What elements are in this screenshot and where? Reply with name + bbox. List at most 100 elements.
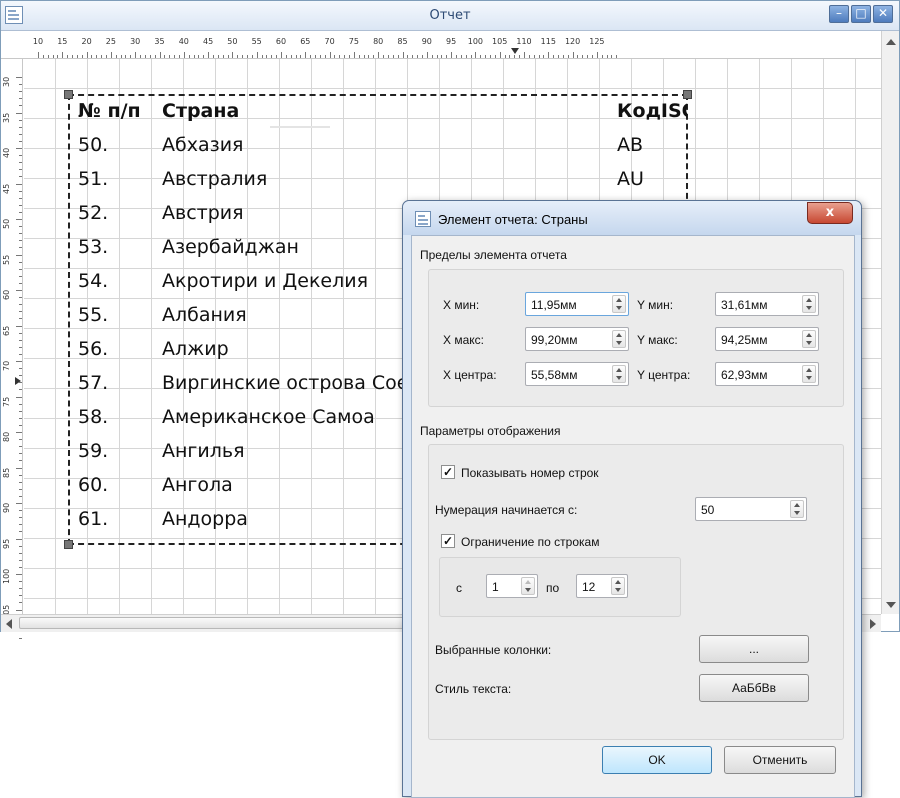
maximize-button[interactable]: □ — [851, 5, 871, 23]
cancel-button[interactable]: Отменить — [724, 746, 836, 774]
ruler-tick — [19, 190, 22, 192]
minimize-button[interactable]: – — [829, 5, 849, 23]
ruler-tick — [19, 197, 22, 199]
ruler-position-marker-icon — [15, 377, 21, 385]
scroll-down-icon[interactable] — [886, 602, 896, 608]
ruler-tick — [19, 353, 22, 355]
text-style-label: Стиль текста: — [435, 682, 512, 696]
resize-handle-bottom-left[interactable] — [64, 540, 73, 549]
ruler-tick — [334, 55, 336, 58]
ruler-label: 60 — [275, 37, 287, 46]
ymax-spinbox[interactable]: 94,25мм — [715, 327, 819, 351]
vertical-scrollbar[interactable] — [881, 31, 899, 614]
ruler-tick — [16, 112, 22, 114]
ruler-label: 80 — [373, 37, 384, 46]
ruler-tick — [315, 55, 317, 58]
window-titlebar[interactable]: Отчет – □ ✕ — [1, 1, 899, 31]
ruler-label: 110 — [516, 37, 532, 46]
ruler-tick — [543, 55, 545, 58]
row-limit-checkbox[interactable]: ✓ — [441, 534, 455, 548]
to-stepper[interactable] — [611, 577, 625, 595]
numbering-start-stepper[interactable] — [790, 500, 804, 518]
ycenter-spinbox[interactable]: 62,93мм — [715, 362, 819, 386]
xmax-label: X макс: — [443, 333, 484, 347]
scroll-left-icon[interactable] — [6, 619, 12, 629]
numbering-start-spinbox[interactable]: 50 — [695, 497, 807, 521]
ruler-tick — [558, 55, 560, 58]
ruler-tick — [19, 588, 22, 590]
ruler-label: 100 — [467, 37, 484, 46]
ruler-label: 115 — [540, 37, 556, 46]
ruler-tick — [19, 531, 22, 533]
ruler-label: 90 — [421, 37, 432, 46]
selected-columns-button[interactable]: ... — [699, 635, 809, 663]
ruler-tick — [19, 84, 22, 86]
row-number-cell: 56. — [78, 338, 109, 360]
show-row-numbers-checkbox[interactable]: ✓ — [441, 465, 455, 479]
ruler-label: 75 — [348, 37, 359, 46]
table-row: 50. Абхазия AB — [70, 130, 688, 164]
ruler-tick — [451, 52, 453, 58]
display-group: ✓ Показывать номер строк Нумерация начин… — [428, 444, 844, 740]
ruler-tick — [494, 55, 496, 58]
xcenter-spinbox[interactable]: 55,58мм — [525, 362, 629, 386]
ruler-tick — [19, 446, 22, 448]
dialog-close-button[interactable]: x — [807, 202, 853, 224]
ruler-tick — [16, 432, 22, 433]
row-number-cell: 58. — [78, 406, 109, 428]
text-style-button[interactable]: АаБбВв — [699, 674, 809, 702]
ruler-tick — [19, 211, 22, 213]
numbering-start-value: 50 — [701, 503, 715, 517]
ruler-label: 105 — [492, 37, 508, 46]
ymax-stepper[interactable] — [802, 330, 816, 348]
ruler-label: 40 — [178, 37, 189, 46]
ruler-tick — [149, 55, 151, 58]
ruler-tick — [19, 204, 22, 206]
ruler-tick — [106, 55, 108, 58]
ruler-label: 85 — [2, 467, 11, 478]
ruler-tick — [96, 55, 98, 58]
from-label: с — [456, 581, 462, 595]
ruler-tick — [285, 55, 287, 58]
ruler-tick — [19, 311, 22, 313]
ruler-tick — [19, 155, 22, 157]
ruler-label: 85 — [397, 37, 408, 46]
ruler-tick — [16, 325, 22, 327]
ruler-tick — [358, 55, 360, 58]
ruler-tick — [208, 52, 210, 58]
xmin-spinbox[interactable]: 11,95мм — [525, 292, 629, 316]
ymin-spinbox[interactable]: 31,61мм — [715, 292, 819, 316]
xmin-stepper[interactable] — [612, 295, 626, 313]
ok-button[interactable]: OK — [602, 746, 712, 774]
ycenter-stepper[interactable] — [802, 365, 816, 383]
ruler-tick — [16, 183, 22, 185]
xmax-stepper[interactable] — [612, 330, 626, 348]
scroll-up-icon[interactable] — [886, 39, 896, 45]
from-spinbox[interactable]: 1 — [486, 574, 538, 598]
ruler-tick — [110, 52, 112, 58]
xcenter-stepper[interactable] — [612, 365, 626, 383]
to-spinbox[interactable]: 12 — [576, 574, 628, 598]
ruler-label: 70 — [2, 360, 11, 371]
row-number-cell: 55. — [78, 304, 109, 326]
ruler-tick — [19, 91, 22, 93]
close-button[interactable]: ✕ — [873, 5, 893, 23]
ruler-tick — [16, 361, 22, 362]
header-num: № п/п — [78, 100, 141, 122]
xmax-spinbox[interactable]: 99,20мм — [525, 327, 629, 351]
horizontal-ruler: 10 15 20 25 30 35 40 45 50 55 60 65 70 75 80 85 90 95 100 1… — [1, 31, 899, 59]
row-country-cell: Ангилья — [162, 440, 245, 462]
ymin-stepper[interactable] — [802, 295, 816, 313]
from-stepper[interactable] — [521, 577, 535, 595]
ruler-tick — [251, 55, 253, 58]
dialog-titlebar[interactable]: Элемент отчета: Страны x — [403, 201, 861, 235]
ruler-tick — [19, 226, 22, 228]
display-section-title: Параметры отображения — [420, 424, 561, 438]
ruler-tick — [19, 545, 22, 547]
ruler-position-marker-icon — [511, 48, 519, 54]
ruler-tick — [19, 637, 22, 639]
ruler-tick — [353, 52, 355, 58]
ruler-tick — [475, 52, 477, 58]
ruler-tick — [19, 524, 22, 526]
scroll-right-icon[interactable] — [870, 619, 876, 629]
